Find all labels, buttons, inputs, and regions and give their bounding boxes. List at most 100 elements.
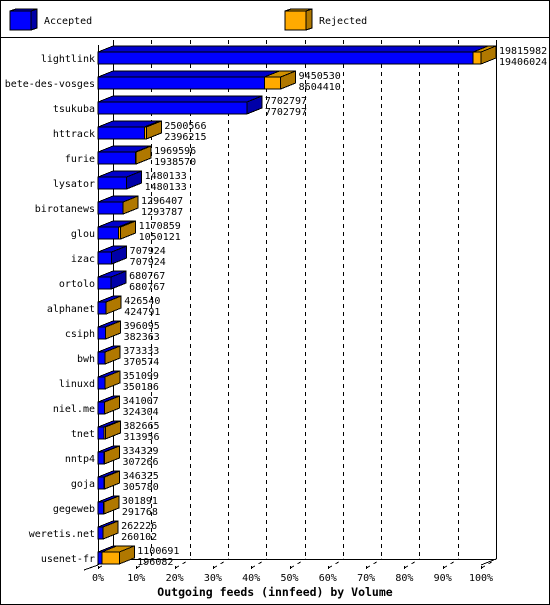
x-tick-label: 90% (434, 573, 452, 584)
x-tick-label: 70% (357, 573, 375, 584)
data-label-total: 382665 (123, 421, 159, 432)
bar-accepted-ortolo (97, 276, 112, 290)
x-axis-title: Outgoing feeds (innfeed) by Volume (157, 585, 392, 599)
x-tick-label: 60% (319, 573, 337, 584)
bar-accepted-bwh (97, 351, 106, 365)
bar-accepted-csiph (97, 326, 106, 340)
legend-label-accepted: Accepted (44, 16, 92, 27)
bar-rejected-lightlink (472, 51, 482, 65)
bar-accepted-birotanews (97, 201, 124, 215)
bar-accepted-top-bete-des-vosges (97, 70, 280, 78)
data-label-total: 341007 (123, 396, 159, 407)
data-label-total: 1170859 (139, 221, 181, 232)
x-tick-label: 30% (204, 573, 222, 584)
data-label-total: 262226 (121, 521, 157, 532)
category-label: usenet-fr (41, 554, 95, 565)
bar-accepted-furie (97, 151, 136, 165)
bar-accepted-httrack (97, 126, 145, 140)
bar-accepted-linuxd (97, 376, 106, 390)
data-label-accepted: 324304 (123, 407, 159, 418)
data-label-accepted: 2396215 (164, 132, 206, 143)
bar-rejected-bete-des-vosges (263, 76, 282, 90)
category-label: weretis.net (29, 529, 95, 540)
category-label: birotanews (35, 204, 95, 215)
data-label-total: 1969596 (154, 146, 196, 157)
data-label-total: 334329 (122, 446, 158, 457)
x-tick-label: 100% (469, 573, 493, 584)
data-label-accepted: 370574 (123, 357, 159, 368)
category-label: tsukuba (53, 104, 95, 115)
data-label-total: 707924 (130, 246, 166, 257)
data-label-accepted: 19406024 (499, 57, 547, 68)
data-label-accepted: 291768 (122, 507, 158, 518)
x-tick-label: 20% (166, 573, 184, 584)
data-label-total: 7702797 (265, 96, 307, 107)
data-label-accepted: 8604410 (299, 82, 341, 93)
data-label-total: 426540 (124, 296, 160, 307)
x-tick-label: 80% (395, 573, 413, 584)
category-label: gegeweb (53, 504, 95, 515)
data-label-total: 346325 (123, 471, 159, 482)
category-label: glou (71, 229, 95, 240)
bar-accepted-tsukuba (97, 101, 248, 115)
category-label: izac (71, 254, 95, 265)
data-label-total: 9450530 (299, 71, 341, 82)
bar-chart: Accepted Rejected 0% 10% 20% 30% 40% 50% 60% 70%… (0, 0, 550, 605)
data-label-accepted: 707924 (130, 257, 166, 268)
category-label: niel.me (53, 404, 95, 415)
bar-accepted-gegeweb (97, 501, 105, 515)
data-label-accepted: 680767 (129, 282, 165, 293)
data-label-total: 1100691 (137, 546, 179, 557)
data-label-accepted: 1293787 (141, 207, 183, 218)
data-label-total: 351099 (123, 371, 159, 382)
chart-container: Accepted Rejected 0% 10% 20% 30% 40% 50% 60% 70%… (0, 0, 550, 605)
category-label: lysator (53, 179, 95, 190)
legend-swatch-rejected (284, 10, 307, 31)
data-label-total: 680767 (129, 271, 165, 282)
data-label-total: 373333 (123, 346, 159, 357)
data-label-total: 19815982 (499, 46, 547, 57)
category-label: alphanet (47, 304, 95, 315)
x-tick-label: 50% (280, 573, 298, 584)
data-label-accepted: 305780 (123, 482, 159, 493)
bar-accepted-top-lightlink (97, 45, 489, 53)
legend-label-rejected: Rejected (319, 16, 367, 27)
bar-accepted-lysator (97, 176, 128, 190)
category-label: furie (65, 154, 95, 165)
bar-accepted-niel-me (97, 401, 105, 415)
bar-accepted-nntp4 (97, 451, 105, 465)
bar-accepted-glou (97, 226, 119, 240)
legend-swatch-side-rejected (305, 8, 313, 31)
data-label-accepted: 7702797 (265, 107, 307, 118)
data-label-accepted: 260102 (121, 532, 157, 543)
category-label: httrack (53, 129, 95, 140)
x-tick-label: 10% (127, 573, 145, 584)
data-label-total: 1296407 (141, 196, 183, 207)
category-label: tnet (71, 429, 95, 440)
bar-accepted-usenet-fr (97, 551, 103, 565)
x-tick-label: 40% (242, 573, 260, 584)
data-label-total: 1480133 (145, 171, 187, 182)
data-label-accepted: 1480133 (145, 182, 187, 193)
data-label-total: 396095 (124, 321, 160, 332)
category-label: linuxd (59, 379, 95, 390)
bar-accepted-tnet (97, 426, 105, 440)
data-label-accepted: 350186 (123, 382, 159, 393)
bar-rejected-usenet-fr (101, 551, 120, 565)
bar-accepted-goja (97, 476, 105, 490)
legend-swatch-side-accepted (30, 8, 38, 31)
category-label: bete-des-vosges (5, 79, 95, 90)
data-label-accepted: 1050121 (139, 232, 181, 243)
data-label-total: 301891 (122, 496, 158, 507)
bar-accepted-weretis-net (97, 526, 104, 540)
data-label-accepted: 196082 (137, 557, 173, 568)
bar-accepted-izac (97, 251, 113, 265)
category-label: goja (71, 479, 95, 490)
data-label-accepted: 313956 (123, 432, 159, 443)
category-label: nntp4 (65, 454, 95, 465)
category-label: lightlink (41, 54, 95, 65)
x-tick-label: 0% (92, 573, 104, 584)
bar-accepted-bete-des-vosges (97, 76, 265, 90)
category-label: ortolo (59, 279, 95, 290)
data-label-accepted: 307266 (122, 457, 158, 468)
